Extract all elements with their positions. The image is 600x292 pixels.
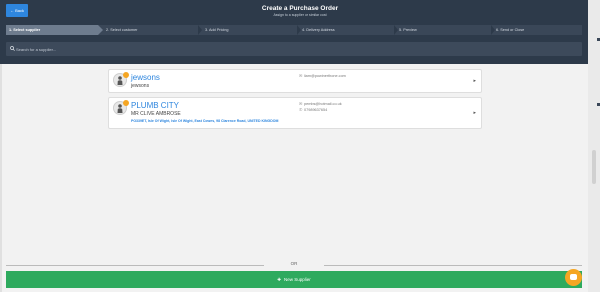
step-add-pricing[interactable]: 3. Add Pricing [202,25,297,35]
supplier-avatar [113,100,129,115]
step-send-or-close[interactable]: 6. Send or Close [493,25,582,35]
step-preview[interactable]: 5. Preview [396,25,491,35]
chevron-right-icon[interactable]: ▸ [473,78,476,84]
header-bar: ← Back Create a Purchase Order Assign to… [0,0,600,64]
supplier-phone: ✆ 07989637654 [299,107,327,112]
step-select-supplier[interactable]: 1. Select supplier [6,25,103,35]
step-label: 4. Delivery Address [302,28,335,32]
step-select-customer[interactable]: 2. Select customer [103,25,198,35]
supplier-name: jewsons [131,73,160,82]
email-text: pembs@hotmail.co.uk [304,102,342,106]
supplier-name: PLUMB CITY [131,101,180,110]
supplier-email: ✉ liam@powinerthone.com [299,73,346,78]
step-label: 6. Send or Close [496,28,525,32]
search-input[interactable] [16,42,576,56]
supplier-contact-name: MR CLIVE AMBROSE [131,111,181,117]
supplier-address: PO339ET, Isle Of Wight, Isle Of Wight, E… [131,119,279,123]
phone-text: 07989637654 [304,108,328,112]
supplier-email: ✉ pembs@hotmail.co.uk [299,101,342,106]
chevron-right-icon[interactable]: ▸ [473,110,476,116]
chat-button[interactable] [565,269,582,286]
person-icon [117,76,123,85]
new-supplier-label: New Supplier [284,277,311,282]
step-delivery-address[interactable]: 4. Delivery Address [299,25,394,35]
new-supplier-button[interactable]: ✚ New Supplier [6,271,582,288]
supplier-card[interactable]: PLUMB CITY MR CLIVE AMBROSE PO339ET, Isl… [108,97,482,129]
page-title: Create a Purchase Order [261,5,339,12]
scrollbar[interactable] [588,0,600,292]
supplier-badge-icon [123,72,129,78]
chat-icon [570,274,577,280]
step-label: 3. Add Pricing [205,28,229,32]
supplier-card[interactable]: jewsons jewsons ✉ liam@powinerthone.com ▸ [108,69,482,93]
divider-line [6,265,264,266]
left-edge [0,64,2,292]
person-icon [117,104,123,113]
step-progress: 1. Select supplier 2. Select customer 3.… [6,25,582,35]
add-person-icon: ✚ [277,277,281,282]
scrollbar-thumb[interactable] [592,150,596,184]
supplier-avatar [113,72,129,87]
page-subtitle: Assign to a supplier or similar cost [273,13,327,17]
step-label: 1. Select supplier [9,28,41,32]
step-label: 2. Select customer [106,28,138,32]
supplier-badge-icon [123,100,129,106]
divider-line [324,265,582,266]
or-label: OR [290,261,298,266]
supplier-contact-name: jewsons [131,83,150,89]
step-label: 5. Preview [399,28,417,32]
or-divider: OR [6,261,582,269]
search-icon [10,46,15,51]
supplier-search [6,42,582,56]
email-text: liam@powinerthone.com [304,74,346,78]
